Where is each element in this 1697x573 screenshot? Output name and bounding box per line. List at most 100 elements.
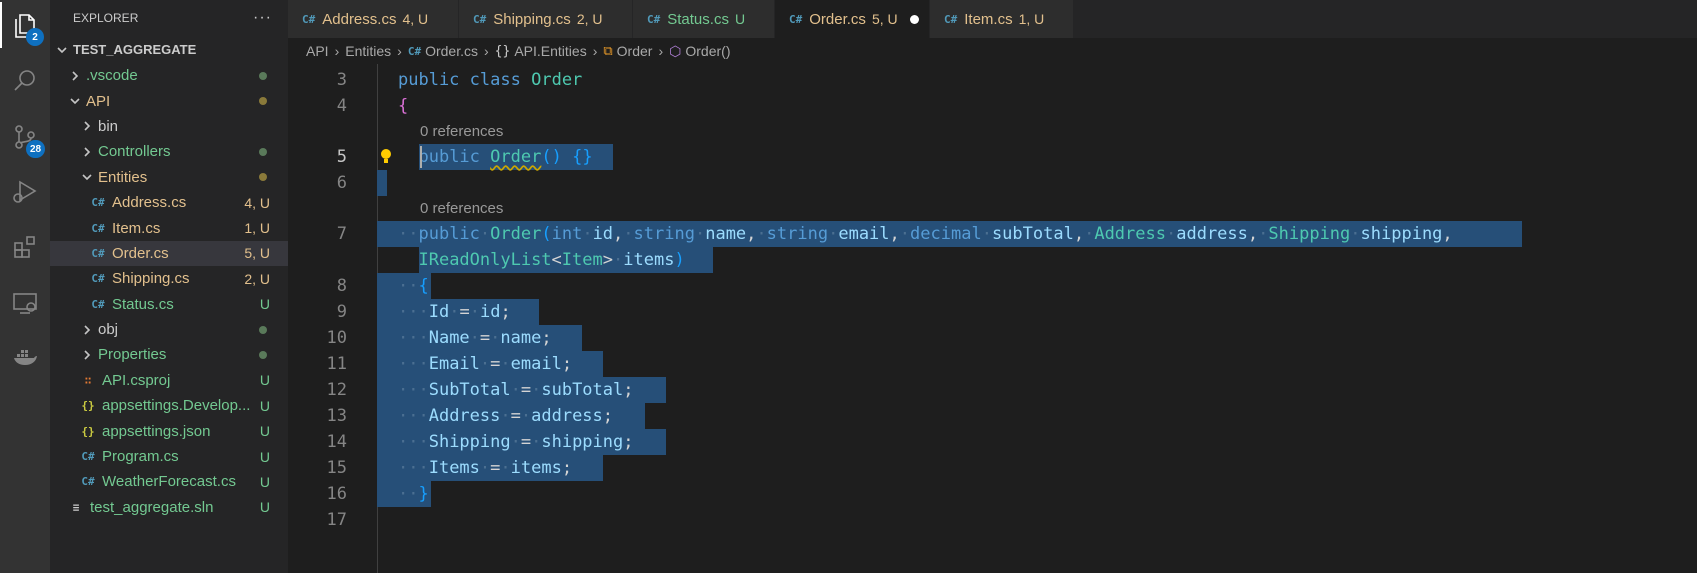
code-line: 5 public Order() {} xyxy=(288,144,1697,170)
chevron-right-icon: › xyxy=(484,43,489,59)
tree-item[interactable]: Properties xyxy=(50,342,288,367)
line-number: 16 xyxy=(326,484,347,504)
tab-address-cs[interactable]: C# Address.cs 4, U xyxy=(288,0,459,38)
breadcrumb-file[interactable]: Order.cs xyxy=(425,43,478,59)
code-lens-references[interactable]: 0 references xyxy=(420,196,503,222)
line-content: ···Id·=·id; xyxy=(398,302,511,322)
chevron-right-icon: › xyxy=(334,43,340,59)
tree-item[interactable]: Entities xyxy=(50,165,288,190)
line-content: ···Shipping·=·shipping; xyxy=(398,432,634,452)
breadcrumb-api[interactable]: API xyxy=(306,43,329,59)
code-line: 13 ···Address·=·address; xyxy=(288,403,1697,429)
tree-item[interactable]: obj xyxy=(50,317,288,342)
docker-icon xyxy=(14,350,37,365)
workspace-root[interactable]: TEST_AGGREGATE xyxy=(50,37,288,62)
breadcrumb-class[interactable]: Order xyxy=(617,43,653,59)
csproj-file-icon: ∷ xyxy=(84,373,92,387)
code-line: 16 ··} xyxy=(288,481,1697,507)
tree-item[interactable]: ∷ API.csproj U xyxy=(50,368,288,393)
explorer-activity-button[interactable]: 2 xyxy=(0,2,50,48)
tree-item[interactable]: C# Item.cs 1, U xyxy=(50,215,288,240)
csharp-file-icon: C# xyxy=(647,12,661,26)
tree-item[interactable]: C# Status.cs U xyxy=(50,292,288,317)
tab-label: Item.cs xyxy=(964,10,1013,28)
code-lens-references[interactable]: 0 references xyxy=(420,119,503,145)
line-number: 14 xyxy=(326,432,347,452)
tree-item[interactable]: ≡ test_aggregate.sln U xyxy=(50,495,288,520)
line-number: 3 xyxy=(336,70,347,90)
sln-file-icon: ≡ xyxy=(72,500,80,514)
extensions-activity-button[interactable] xyxy=(0,224,50,270)
chevron-right-icon: › xyxy=(592,43,598,59)
tree-item[interactable]: C# Shipping.cs 2, U xyxy=(50,266,288,291)
chevron-right-icon: › xyxy=(397,43,402,59)
explorer-sidebar: EXPLORER ··· TEST_AGGREGATE .vscode API bi… xyxy=(50,0,288,573)
tab-status: 4, U xyxy=(402,11,429,27)
chevron-right-icon xyxy=(80,323,94,337)
tab-order-cs[interactable]: C# Order.cs 5, U xyxy=(775,0,930,38)
csharp-file-icon: C# xyxy=(91,246,105,260)
tab-label: Order.cs xyxy=(809,10,866,28)
line-content: ···SubTotal·=·subTotal; xyxy=(398,380,634,400)
line-content: public Order() {} xyxy=(418,147,593,167)
breadcrumb-namespace[interactable]: API.Entities xyxy=(514,43,586,59)
tree-item[interactable]: .vscode xyxy=(50,63,288,88)
line-number: 11 xyxy=(326,354,347,374)
tree-item[interactable]: C# Program.cs U xyxy=(50,444,288,469)
code-lens-line: 0 references xyxy=(288,196,1697,222)
namespace-icon: {} xyxy=(494,43,511,59)
tree-item-label: .vscode xyxy=(86,67,138,85)
breadcrumb-entities[interactable]: Entities xyxy=(345,43,391,59)
breadcrumb-method[interactable]: Order() xyxy=(685,43,730,59)
tree-item[interactable]: Controllers xyxy=(50,139,288,164)
remote-explorer-activity-button[interactable] xyxy=(0,280,50,326)
csharp-file-icon: C# xyxy=(81,450,95,464)
lightbulb-icon[interactable] xyxy=(380,148,392,166)
tree-item[interactable]: {} appsettings.Develop... U xyxy=(50,393,288,418)
git-status-badge: 2, U xyxy=(244,270,270,287)
line-content: ··{ xyxy=(398,276,429,296)
code-line: 10 ···Name·=·name; xyxy=(288,325,1697,351)
tab-status: 2, U xyxy=(576,11,603,27)
code-editor[interactable]: 3 public class Order 4 { 0 references 5 … xyxy=(288,64,1697,573)
tree-item-label: bin xyxy=(98,117,119,135)
tree-item[interactable]: bin xyxy=(50,114,288,139)
git-status-dot xyxy=(259,325,267,334)
file-tree: .vscode API bin Controllers Entities C# Addres… xyxy=(50,63,288,520)
tree-item[interactable]: C# Address.cs 4, U xyxy=(50,190,288,215)
csharp-file-icon: C# xyxy=(81,475,95,489)
tree-item[interactable]: API xyxy=(50,88,288,113)
tab-shipping-cs[interactable]: C# Shipping.cs 2, U xyxy=(459,0,633,38)
chevron-down-icon xyxy=(80,170,94,184)
search-activity-button[interactable] xyxy=(0,58,50,104)
tab-item-cs[interactable]: C# Item.cs 1, U xyxy=(930,0,1074,38)
workspace-root-label: TEST_AGGREGATE xyxy=(73,42,197,58)
git-status-dot xyxy=(259,350,267,359)
unsaved-dot-icon[interactable] xyxy=(909,14,919,24)
git-status-badge: 5, U xyxy=(244,245,270,262)
code-line: 17 xyxy=(288,507,1697,533)
git-status-badge: 4, U xyxy=(244,194,270,211)
tree-item[interactable]: C# Order.cs 5, U xyxy=(50,240,288,267)
docker-activity-button[interactable] xyxy=(0,334,50,380)
line-number: 8 xyxy=(336,276,347,296)
tab-status: 5, U xyxy=(871,11,898,27)
tree-item[interactable]: {} appsettings.json U xyxy=(50,418,288,443)
activity-bar: 2 28 xyxy=(0,0,50,573)
code-line: 11 ···Email·=·email; xyxy=(288,351,1697,377)
git-status-badge: U xyxy=(259,372,270,389)
line-content: ···Items·=·items; xyxy=(398,458,573,478)
tab-status-cs[interactable]: C# Status.cs U xyxy=(633,0,775,38)
more-actions-icon[interactable]: ··· xyxy=(253,9,272,27)
git-status-badge: U xyxy=(259,499,270,516)
csharp-file-icon: C# xyxy=(302,12,316,26)
tab-label: Shipping.cs xyxy=(493,10,571,28)
tree-item[interactable]: C# WeatherForecast.cs U xyxy=(50,469,288,494)
line-number: 12 xyxy=(326,380,347,400)
run-debug-activity-button[interactable] xyxy=(0,168,50,214)
source-control-activity-button[interactable]: 28 xyxy=(0,114,50,160)
line-number: 6 xyxy=(336,173,347,193)
line-number: 13 xyxy=(326,406,347,426)
csharp-file-icon: C# xyxy=(789,12,803,26)
tab-label: Status.cs xyxy=(667,10,729,28)
